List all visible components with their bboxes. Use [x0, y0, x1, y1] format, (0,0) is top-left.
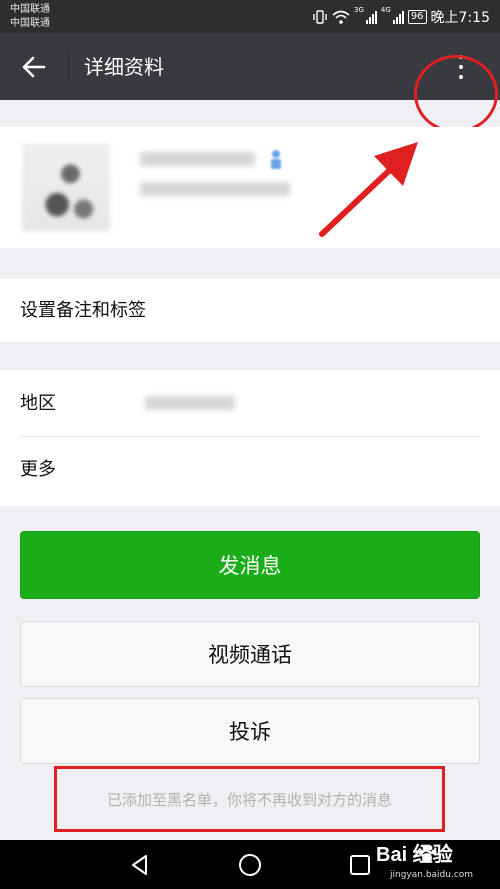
network-type-2: 4G — [380, 6, 391, 14]
watermark-site: jingyan.baidu.com — [390, 870, 474, 880]
nav-recent-button[interactable] — [345, 850, 375, 880]
title-bar: 详细资料 — [0, 33, 500, 133]
gender-icon — [271, 150, 281, 169]
vibrate-icon — [313, 10, 327, 24]
remark-and-tags-row[interactable]: 设置备注和标签 — [0, 279, 500, 342]
wifi-icon — [332, 10, 350, 24]
baidu-jingyan-watermark: Bai 经验 jingyan.baidu.com — [376, 842, 496, 888]
square-recents-icon — [350, 855, 370, 875]
nav-back-button[interactable] — [125, 850, 155, 880]
signal-icon — [392, 10, 404, 24]
battery-icon: 96 — [407, 10, 427, 24]
page-title: 详细资料 — [84, 55, 164, 79]
wechat-id-redacted — [140, 182, 290, 196]
status-icons: 3G 4G 96 晚上7:15 — [312, 6, 490, 28]
title-divider — [68, 51, 69, 83]
avatar[interactable] — [22, 143, 110, 231]
more-row[interactable]: 更多 — [0, 437, 500, 506]
watermark-brand: Bai 经验 — [376, 844, 453, 866]
video-call-button[interactable]: 视频通话 — [20, 621, 480, 687]
annotation-box — [54, 766, 445, 832]
triangle-back-icon — [132, 855, 147, 875]
info-card: 地区 更多 — [0, 370, 500, 506]
network-type-1: 3G — [354, 6, 364, 14]
paw-icon — [418, 845, 437, 863]
status-bar: 中国联通 中国联通 3G 4G 96 晚上7:15 — [0, 0, 500, 33]
back-button[interactable] — [14, 47, 54, 87]
carrier-name-2: 中国联通 — [10, 18, 50, 29]
annotation-arrow-icon — [319, 142, 418, 237]
nickname-redacted — [140, 152, 255, 166]
nav-home-button[interactable] — [235, 850, 265, 880]
more-label: 更多 — [20, 459, 56, 480]
region-label: 地区 — [20, 393, 56, 414]
signal-icon — [365, 10, 377, 24]
annotation-circle — [414, 55, 498, 133]
send-message-button[interactable]: 发消息 — [20, 531, 480, 599]
region-value-redacted — [145, 396, 235, 410]
remark-label: 设置备注和标签 — [20, 300, 146, 321]
circle-home-icon — [239, 854, 261, 876]
arrow-left-icon — [22, 56, 46, 78]
clock: 晚上7:15 — [430, 10, 490, 26]
complain-button[interactable]: 投诉 — [20, 698, 480, 764]
carrier-name-1: 中国联通 — [10, 4, 50, 15]
